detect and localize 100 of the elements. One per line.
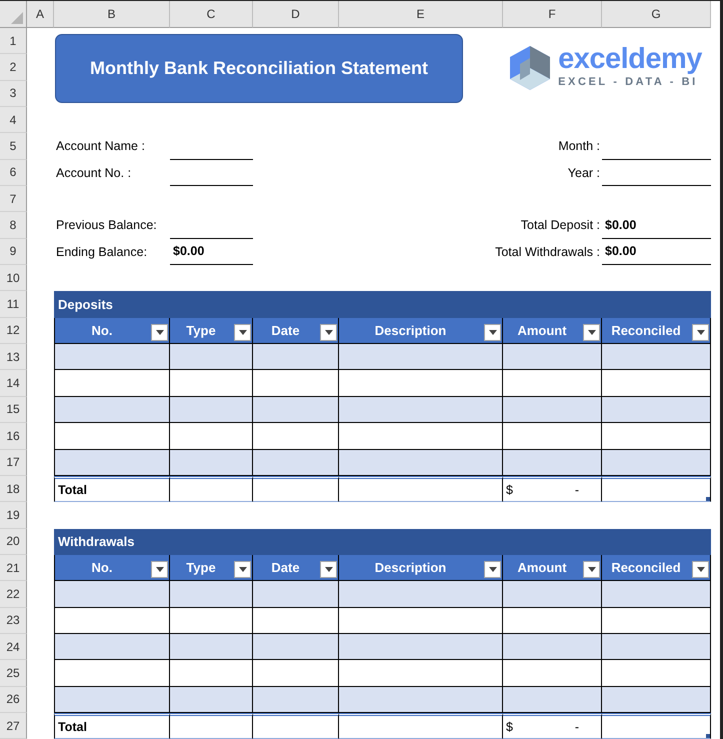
row-header[interactable]: 22 (0, 581, 27, 608)
table-cell[interactable] (170, 712, 253, 739)
table-cell[interactable] (339, 634, 503, 660)
resize-handle-icon[interactable] (706, 497, 710, 502)
table-cell[interactable] (253, 634, 339, 660)
filter-button[interactable] (320, 561, 337, 578)
column-header[interactable]: C (170, 1, 253, 28)
filter-button[interactable] (151, 324, 168, 342)
row-header[interactable]: 24 (0, 634, 27, 660)
table-cell[interactable] (503, 423, 602, 450)
row-header[interactable]: 14 (0, 370, 27, 397)
row-header[interactable]: 2 (0, 54, 27, 81)
row-header[interactable]: 23 (0, 608, 27, 634)
row-header[interactable]: 1 (0, 28, 27, 54)
row-header[interactable]: 3 (0, 80, 27, 108)
table-cell[interactable] (602, 581, 711, 608)
table-cell[interactable] (602, 344, 711, 370)
table-cell[interactable] (170, 450, 253, 476)
table-cell[interactable] (253, 476, 339, 502)
filter-button[interactable] (320, 324, 337, 342)
table-cell[interactable] (339, 608, 503, 634)
filter-button[interactable] (484, 324, 501, 342)
table-cell[interactable] (54, 450, 170, 476)
table-cell[interactable] (339, 581, 503, 608)
table-cell[interactable] (339, 686, 503, 713)
table-cell[interactable] (54, 581, 170, 608)
row-header[interactable]: 21 (0, 554, 27, 582)
table-cell[interactable] (503, 370, 602, 397)
table-cell[interactable] (170, 423, 253, 450)
row-header[interactable]: 16 (0, 423, 27, 450)
resize-handle-icon[interactable] (706, 734, 710, 738)
row-header[interactable]: 20 (0, 528, 27, 555)
table-cell[interactable] (54, 344, 170, 370)
table-cell[interactable] (503, 686, 602, 713)
column-header[interactable]: A (27, 1, 54, 28)
table-cell[interactable] (170, 370, 253, 397)
row-header[interactable]: 9 (0, 238, 27, 266)
table-cell[interactable] (253, 608, 339, 634)
field-value[interactable]: $0.00 (602, 212, 711, 239)
table-cell[interactable] (602, 370, 711, 397)
row-header[interactable]: 12 (0, 318, 27, 344)
row-header[interactable]: 15 (0, 396, 27, 424)
table-cell[interactable] (602, 634, 711, 660)
column-header[interactable]: E (339, 1, 503, 28)
table-cell[interactable] (503, 581, 602, 608)
field-value[interactable]: $0.00 (602, 238, 711, 266)
row-header[interactable]: 6 (0, 160, 27, 186)
table-cell[interactable] (253, 686, 339, 713)
table-cell[interactable] (253, 450, 339, 476)
row-header[interactable]: 27 (0, 712, 27, 739)
row-header[interactable]: 25 (0, 660, 27, 687)
row-header[interactable]: 26 (0, 686, 27, 713)
filter-button[interactable] (234, 561, 251, 578)
table-cell[interactable] (602, 686, 711, 713)
filter-button[interactable] (151, 561, 168, 578)
table-cell[interactable] (503, 634, 602, 660)
row-header[interactable]: 7 (0, 186, 27, 212)
table-cell[interactable] (170, 396, 253, 424)
table-cell[interactable] (54, 660, 170, 687)
table-cell[interactable] (170, 634, 253, 660)
table-cell[interactable] (253, 660, 339, 687)
table-cell[interactable] (602, 396, 711, 424)
table-cell[interactable] (339, 450, 503, 476)
filter-button[interactable] (484, 561, 501, 578)
row-header[interactable]: 17 (0, 450, 27, 476)
table-cell[interactable] (602, 450, 711, 476)
table-cell[interactable] (54, 370, 170, 397)
table-cell[interactable] (170, 608, 253, 634)
table-cell[interactable] (54, 686, 170, 713)
table-cell[interactable] (339, 423, 503, 450)
filter-button[interactable] (692, 561, 709, 578)
table-cell[interactable] (253, 370, 339, 397)
table-cell[interactable] (339, 712, 503, 739)
table-cell[interactable] (54, 634, 170, 660)
table-cell[interactable] (503, 396, 602, 424)
column-header[interactable]: D (253, 1, 339, 28)
row-header[interactable]: 13 (0, 344, 27, 370)
table-cell[interactable] (54, 423, 170, 450)
table-cell[interactable] (253, 423, 339, 450)
column-header[interactable]: G (602, 1, 711, 28)
table-cell[interactable] (602, 712, 711, 739)
row-header[interactable]: 11 (0, 291, 27, 318)
table-cell[interactable] (253, 396, 339, 424)
table-cell[interactable] (602, 660, 711, 687)
table-cell[interactable] (339, 344, 503, 370)
table-cell[interactable] (253, 712, 339, 739)
table-cell[interactable] (170, 581, 253, 608)
column-header[interactable]: B (54, 1, 170, 28)
row-header[interactable]: 8 (0, 212, 27, 239)
table-cell[interactable] (170, 660, 253, 687)
row-header[interactable]: 18 (0, 476, 27, 502)
table-cell[interactable] (602, 608, 711, 634)
filter-button[interactable] (583, 561, 600, 578)
table-cell[interactable] (503, 344, 602, 370)
table-cell[interactable] (503, 660, 602, 687)
table-cell[interactable] (170, 476, 253, 502)
table-cell[interactable] (253, 344, 339, 370)
table-cell[interactable] (54, 396, 170, 424)
table-cell[interactable] (602, 476, 711, 502)
table-cell[interactable] (602, 423, 711, 450)
